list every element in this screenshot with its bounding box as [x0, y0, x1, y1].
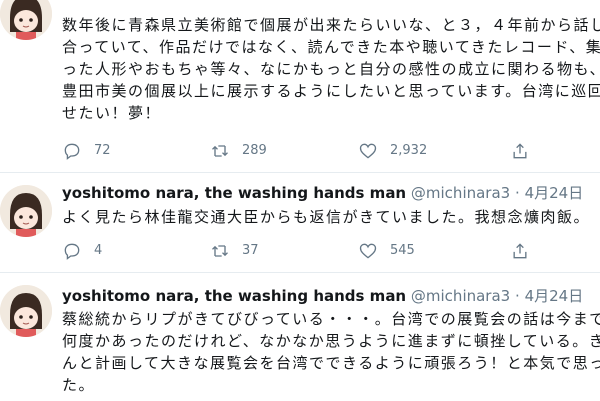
tweet-2[interactable]: yoshitomo nara, the washing hands man @m…	[0, 173, 600, 271]
reply-icon	[64, 143, 80, 160]
display-name[interactable]: yoshitomo nara, the washing hands man	[62, 287, 406, 305]
tweet-text: 数年後に青森県立美術館で個展が出来たらいいな、と３，４年前から話し合っていて、作…	[62, 16, 600, 122]
avatar-illustration	[0, 0, 52, 40]
retweet-button[interactable]: 289	[210, 141, 267, 161]
separator-dot: ·	[515, 184, 520, 202]
like-count: 545	[390, 243, 415, 258]
reply-count: 72	[94, 143, 111, 158]
tweet-text: よく見たら林佳龍交通大臣からも返信がきていました。我想念爌肉飯。	[62, 208, 591, 226]
avatar[interactable]	[0, 0, 52, 40]
retweet-count: 37	[242, 243, 259, 258]
share-icon	[513, 243, 527, 259]
retweet-icon	[212, 145, 228, 157]
tweet-date[interactable]: 4月24日	[525, 287, 584, 305]
tweet-text: 蔡総統からリプがきてびびっている・・・。台湾での展覧会の話は今まで何度かあったの…	[62, 310, 600, 394]
tweet-date[interactable]: 4月24日	[525, 184, 584, 202]
retweet-count: 289	[242, 143, 267, 158]
avatar[interactable]	[0, 285, 52, 337]
tweet-1[interactable]: 数年後に青森県立美術館で個展が出来たらいいな、と３，４年前から話し合っていて、作…	[0, 0, 600, 170]
reply-button[interactable]: 4	[62, 241, 102, 261]
like-button[interactable]: 2,932	[358, 141, 427, 161]
avatar-illustration	[0, 285, 52, 337]
retweet-button[interactable]: 37	[210, 241, 259, 261]
tweet-actions: 4 37 545	[62, 241, 600, 261]
separator-dot: ·	[515, 287, 520, 305]
heart-icon	[359, 143, 377, 159]
tweet-header: yoshitomo nara, the washing hands man @m…	[62, 183, 583, 203]
user-handle[interactable]: @michinara3	[411, 287, 510, 305]
avatar[interactable]	[0, 185, 52, 237]
reply-button[interactable]: 72	[62, 141, 111, 161]
avatar-illustration	[0, 185, 52, 237]
reply-icon	[64, 243, 80, 260]
retweet-icon	[212, 245, 228, 257]
like-button[interactable]: 545	[358, 241, 415, 261]
heart-icon	[359, 243, 377, 259]
tweet-header: yoshitomo nara, the washing hands man @m…	[62, 286, 583, 306]
tweet-actions: 72 289 2,932	[62, 141, 600, 161]
like-count: 2,932	[390, 143, 428, 158]
share-button[interactable]	[510, 241, 542, 261]
share-button[interactable]	[510, 141, 542, 161]
user-handle[interactable]: @michinara3	[411, 184, 510, 202]
share-icon	[513, 143, 527, 159]
reply-count: 4	[94, 243, 103, 258]
display-name[interactable]: yoshitomo nara, the washing hands man	[62, 184, 406, 202]
tweet-3[interactable]: yoshitomo nara, the washing hands man @m…	[0, 273, 600, 401]
